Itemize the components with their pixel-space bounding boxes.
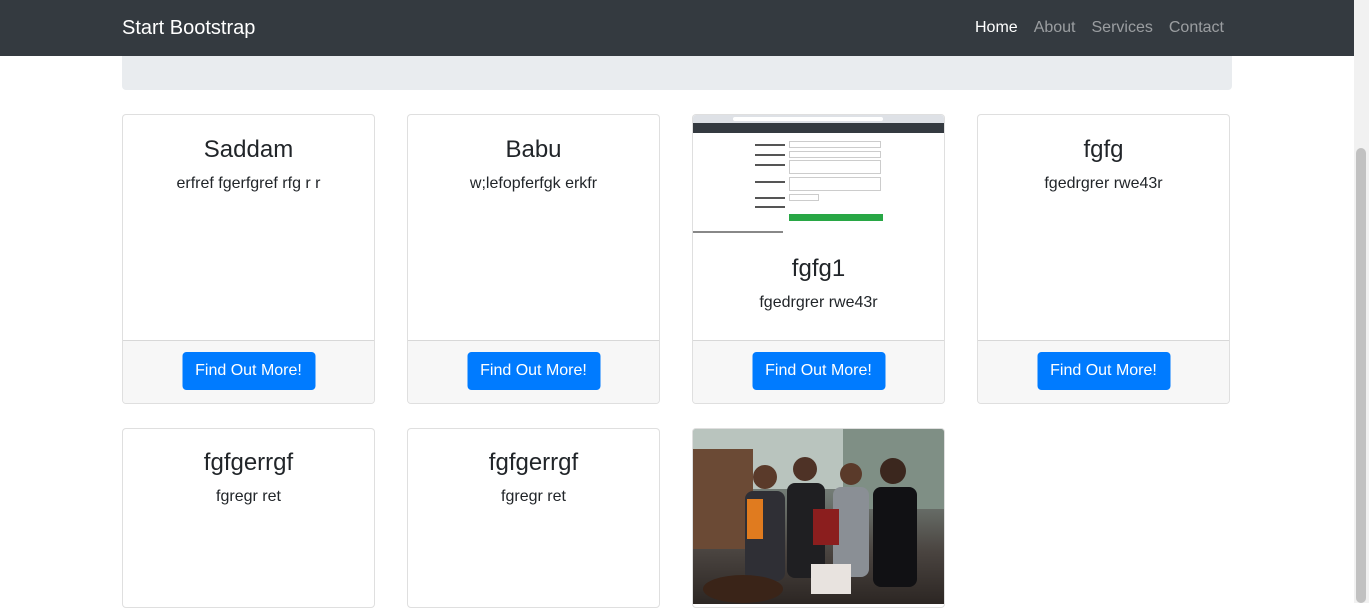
nav-link-about[interactable]: About <box>1034 18 1076 38</box>
nav-link-services[interactable]: Services <box>1092 18 1153 38</box>
card-title: fgfgerrgf <box>488 449 579 476</box>
card-title: fgfg <box>1083 136 1124 163</box>
scrollbar-thumb[interactable] <box>1356 148 1366 603</box>
navbar-brand[interactable]: Start Bootstrap <box>122 15 255 41</box>
card-title: Saddam <box>203 136 294 163</box>
card <box>692 428 945 608</box>
card-footer: Find Out More! <box>408 340 659 403</box>
card-footer: Find Out More! <box>693 340 944 403</box>
card-title: fgfgerrgf <box>203 449 294 476</box>
card-title: Babu <box>505 136 562 163</box>
card-title: fgfg1 <box>791 255 846 282</box>
card: Saddam erfref fgerfgref rfg r r Find Out… <box>122 114 375 404</box>
card-image <box>693 115 944 235</box>
card-text: w;lefopferfgk erkfr <box>469 175 598 192</box>
card-text: fgregr ret <box>216 488 281 505</box>
card: fgfg fgedrgrer rwe43r Find Out More! <box>977 114 1230 404</box>
card: fgfgerrgf fgregr ret <box>407 428 660 608</box>
navbar: Start Bootstrap Home About Services Cont… <box>0 0 1354 56</box>
card-text: erfref fgerfgref rfg r r <box>176 175 321 192</box>
card-text: fgregr ret <box>501 488 566 505</box>
find-out-more-button[interactable]: Find Out More! <box>1037 352 1170 390</box>
nav-link-home[interactable]: Home <box>975 18 1018 38</box>
find-out-more-button[interactable]: Find Out More! <box>752 352 885 390</box>
card-text: fgedrgrer rwe43r <box>759 294 878 311</box>
jumbotron <box>122 56 1232 90</box>
card: fgfgerrgf fgregr ret <box>122 428 375 608</box>
card-text: fgedrgrer rwe43r <box>1044 175 1163 192</box>
nav-links: Home About Services Contact <box>975 18 1224 38</box>
nav-link-contact[interactable]: Contact <box>1169 18 1224 38</box>
card: fgfg1 fgedrgrer rwe43r Find Out More! <box>692 114 945 404</box>
group-photo-image <box>693 429 944 604</box>
card: Babu w;lefopferfgk erkfr Find Out More! <box>407 114 660 404</box>
find-out-more-button[interactable]: Find Out More! <box>467 352 600 390</box>
card-footer: Find Out More! <box>123 340 374 403</box>
find-out-more-button[interactable]: Find Out More! <box>182 352 315 390</box>
card-footer: Find Out More! <box>978 340 1229 403</box>
